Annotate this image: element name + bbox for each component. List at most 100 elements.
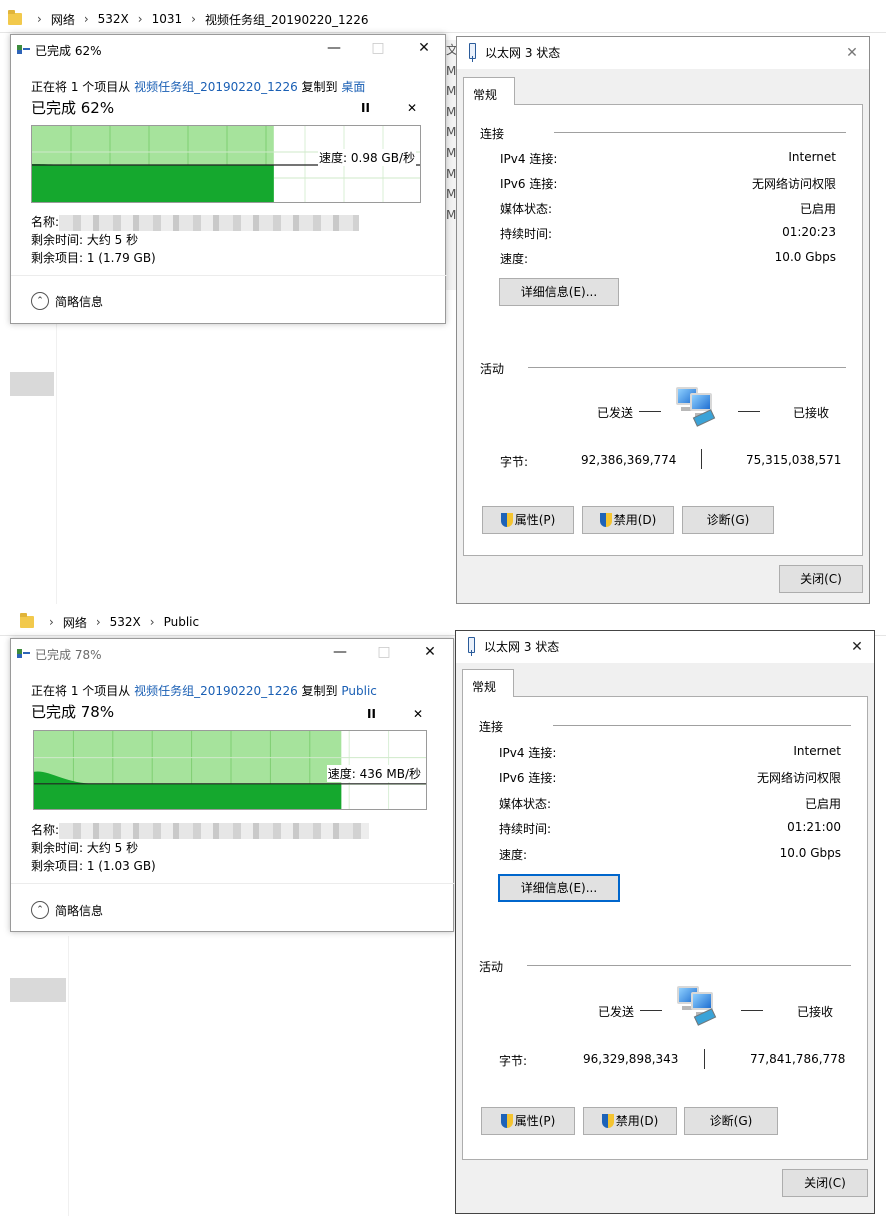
breadcrumb-item[interactable]: 网络 bbox=[51, 11, 75, 28]
copy-description: 正在将 1 个项目从 视频任务组_20190220_1226 复制到 桌面 bbox=[31, 78, 365, 95]
copy-description: 正在将 1 个项目从 视频任务组_20190220_1226 复制到 Publi… bbox=[31, 682, 377, 699]
copy-progress-dialog: 已完成 62% — □ ✕ 正在将 1 个项目从 视频任务组_20190220_… bbox=[10, 34, 447, 324]
progress-status: 已完成 62% bbox=[31, 99, 115, 117]
button-label: 属性(P) bbox=[514, 1114, 556, 1128]
duration-value: 01:21:00 bbox=[787, 820, 841, 834]
bytes-label: 字节: bbox=[500, 455, 529, 469]
selected-sidebar-item[interactable] bbox=[10, 372, 54, 396]
close-dialog-button[interactable]: 关闭(C) bbox=[779, 565, 863, 593]
breadcrumb-item[interactable]: Public bbox=[164, 615, 200, 629]
pause-button[interactable]: II bbox=[367, 707, 376, 721]
chevron-right-icon: › bbox=[49, 615, 54, 629]
divider bbox=[527, 965, 851, 966]
disable-button[interactable]: 禁用(D) bbox=[582, 506, 674, 534]
button-label: 禁用(D) bbox=[615, 1114, 659, 1128]
brief-info-toggle[interactable]: ⌃ 简略信息 bbox=[31, 292, 103, 310]
duration-value: 01:20:23 bbox=[782, 225, 836, 239]
close-button[interactable]: ✕ bbox=[846, 636, 868, 658]
media-state-value: 已启用 bbox=[799, 202, 836, 216]
details-button[interactable]: 详细信息(E)... bbox=[498, 874, 620, 902]
items-left: 剩余项目: 1 (1.79 GB) bbox=[31, 251, 156, 265]
button-label: 禁用(D) bbox=[613, 513, 657, 527]
bytes-sent: 92,386,369,774 bbox=[581, 453, 677, 467]
divider bbox=[0, 32, 886, 33]
bytes-label: 字节: bbox=[499, 1054, 528, 1068]
bytes-received: 77,841,786,778 bbox=[750, 1052, 846, 1066]
chevron-right-icon: › bbox=[83, 12, 89, 26]
section-activity: 活动 bbox=[480, 362, 505, 376]
window-title: 以太网 3 状态 bbox=[485, 46, 561, 60]
chevron-right-icon: › bbox=[191, 12, 196, 26]
maximize-button[interactable]: □ bbox=[363, 37, 393, 59]
window-title: 以太网 3 状态 bbox=[484, 640, 560, 654]
folder-icon bbox=[8, 10, 22, 25]
maximize-button[interactable]: □ bbox=[369, 641, 399, 663]
diagnose-button[interactable]: 诊断(G) bbox=[684, 1107, 778, 1135]
screenshot-top: › 网络 › 532X › 1031 › 视频任务组_20190220_1226… bbox=[0, 0, 886, 604]
breadcrumb-item[interactable]: 网络 bbox=[63, 614, 87, 631]
shield-icon bbox=[500, 513, 513, 527]
brief-info-toggle[interactable]: ⌃ 简略信息 bbox=[31, 901, 103, 919]
speed-value: 10.0 Gbps bbox=[774, 250, 836, 264]
divider bbox=[741, 1010, 763, 1011]
redacted-filename bbox=[59, 822, 370, 839]
divider bbox=[639, 411, 661, 412]
cancel-copy-button[interactable]: ✕ bbox=[413, 707, 423, 721]
minimize-button[interactable]: — bbox=[325, 641, 355, 663]
items-left: 剩余项目: 1 (1.03 GB) bbox=[31, 859, 156, 873]
source-link[interactable]: 视频任务组_20190220_1226 bbox=[134, 80, 298, 94]
disable-button[interactable]: 禁用(D) bbox=[583, 1107, 677, 1135]
breadcrumb-item[interactable]: 视频任务组_20190220_1226 bbox=[205, 11, 369, 28]
breadcrumb-item[interactable]: 532X bbox=[98, 12, 129, 26]
speed-graph: 速度: 436 MB/秒 bbox=[33, 730, 427, 810]
divider bbox=[704, 1049, 705, 1069]
divider bbox=[68, 936, 69, 1216]
tab-general[interactable]: 常规 bbox=[462, 669, 514, 697]
cancel-copy-button[interactable]: ✕ bbox=[407, 101, 417, 115]
sent-label: 已发送 bbox=[598, 1005, 635, 1019]
throughput-area bbox=[32, 163, 274, 202]
desc-text: 复制到 bbox=[297, 684, 342, 698]
received-label: 已接收 bbox=[793, 406, 830, 420]
close-button[interactable]: ✕ bbox=[841, 42, 863, 64]
ipv4-label: IPv4 连接: bbox=[500, 152, 558, 166]
desc-text: 正在将 1 个项目从 bbox=[31, 80, 135, 94]
name-row: 名称: bbox=[31, 213, 360, 231]
close-button[interactable]: ✕ bbox=[415, 641, 445, 663]
breadcrumb-item[interactable]: 532X bbox=[110, 615, 141, 629]
network-adapter-icon bbox=[468, 637, 475, 656]
window-title: 已完成 78% bbox=[35, 648, 102, 662]
breadcrumb: › 网络 › 532X › 1031 › 视频任务组_20190220_1226 bbox=[0, 8, 369, 30]
dest-link[interactable]: Public bbox=[341, 684, 377, 698]
title-bar: 以太网 3 状态 ✕ bbox=[456, 631, 874, 663]
media-state-value: 已启用 bbox=[804, 797, 841, 811]
diagnose-button[interactable]: 诊断(G) bbox=[682, 506, 774, 534]
sent-label: 已发送 bbox=[597, 406, 634, 420]
breadcrumb-item[interactable]: 1031 bbox=[152, 12, 183, 26]
details-button[interactable]: 详细信息(E)... bbox=[499, 278, 619, 306]
name-label: 名称: bbox=[31, 823, 60, 837]
chevron-right-icon: › bbox=[37, 12, 42, 26]
properties-button[interactable]: 属性(P) bbox=[481, 1107, 575, 1135]
ipv6-value: 无网络访问权限 bbox=[751, 177, 836, 191]
selected-sidebar-item[interactable] bbox=[10, 978, 66, 1002]
chevron-right-icon: › bbox=[137, 12, 143, 26]
copy-progress-dialog: 已完成 78% — □ ✕ 正在将 1 个项目从 视频任务组_20190220_… bbox=[10, 638, 455, 932]
divider bbox=[554, 132, 846, 133]
ipv4-value: Internet bbox=[793, 744, 841, 758]
close-button[interactable]: ✕ bbox=[409, 37, 439, 59]
button-label: 属性(P) bbox=[514, 513, 556, 527]
properties-button[interactable]: 属性(P) bbox=[482, 506, 574, 534]
tab-general[interactable]: 常规 bbox=[463, 77, 515, 105]
pause-button[interactable]: II bbox=[361, 101, 370, 115]
copy-icon bbox=[17, 44, 31, 54]
minimize-button[interactable]: — bbox=[319, 37, 349, 59]
dest-link[interactable]: 桌面 bbox=[341, 80, 365, 94]
ipv6-value: 无网络访问权限 bbox=[756, 771, 841, 785]
shield-icon bbox=[500, 1114, 513, 1128]
tab-panel: 连接 IPv4 连接: Internet IPv6 连接: 无网络访问权限 媒体… bbox=[463, 104, 863, 556]
ipv6-label: IPv6 连接: bbox=[500, 177, 558, 191]
source-link[interactable]: 视频任务组_20190220_1226 bbox=[134, 684, 298, 698]
chevron-up-icon: ⌃ bbox=[31, 292, 49, 310]
close-dialog-button[interactable]: 关闭(C) bbox=[782, 1169, 868, 1197]
